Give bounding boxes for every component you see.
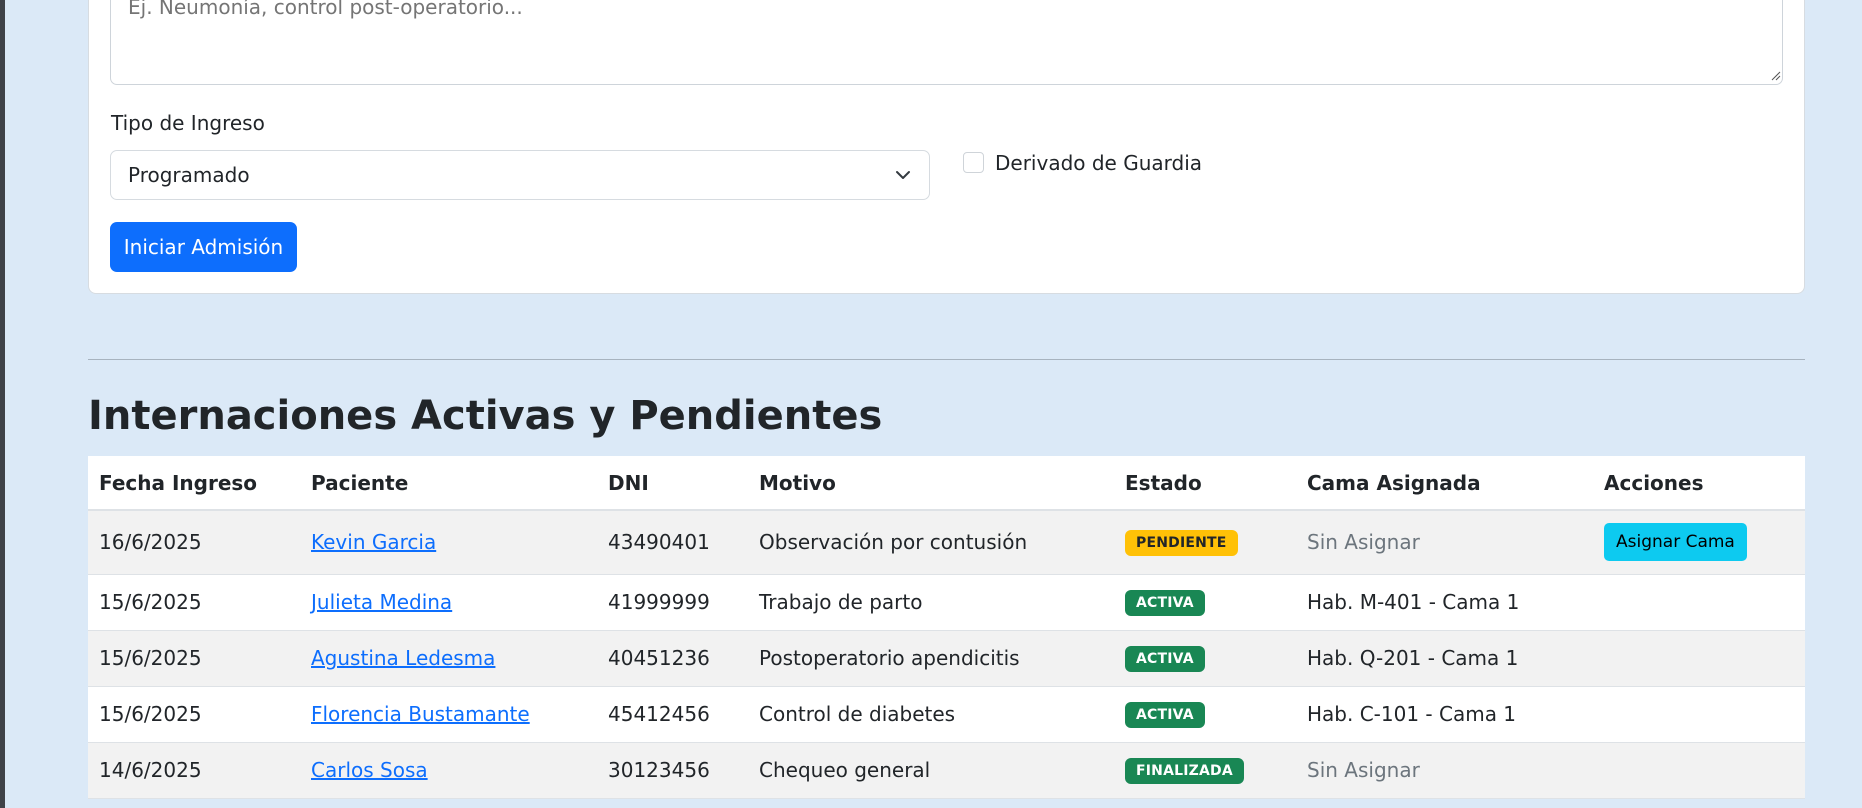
column-header-acciones: Acciones bbox=[1593, 456, 1805, 511]
table-row: 15/6/2025 Agustina Ledesma 40451236 Post… bbox=[88, 630, 1805, 687]
cell-cama: Hab. C-101 - Cama 1 bbox=[1296, 686, 1593, 743]
cell-paciente: Florencia Bustamante bbox=[300, 686, 597, 743]
tipo-ingreso-value: Programado bbox=[128, 163, 250, 187]
cell-motivo: Control de diabetes bbox=[748, 686, 1114, 743]
cell-acciones bbox=[1593, 742, 1805, 799]
cell-paciente: Carlos Sosa bbox=[300, 742, 597, 799]
page-title: Internaciones Activas y Pendientes bbox=[88, 393, 883, 439]
cell-acciones: Asignar Cama bbox=[1593, 510, 1805, 575]
patient-link[interactable]: Carlos Sosa bbox=[311, 758, 428, 782]
cell-acciones bbox=[1593, 630, 1805, 687]
cell-acciones bbox=[1593, 686, 1805, 743]
window-edge bbox=[0, 0, 5, 808]
table-row: 15/6/2025 Julieta Medina 41999999 Trabaj… bbox=[88, 574, 1805, 631]
column-header-fecha: Fecha Ingreso bbox=[88, 456, 300, 511]
iniciar-admision-button[interactable]: Iniciar Admisión bbox=[110, 222, 297, 272]
cell-dni: 43490401 bbox=[597, 510, 748, 575]
table-row: 14/6/2025 Carlos Sosa 30123456 Chequeo g… bbox=[88, 742, 1805, 799]
cell-cama: Sin Asignar bbox=[1296, 510, 1593, 575]
column-header-motivo: Motivo bbox=[748, 456, 1114, 511]
internaciones-table: Fecha Ingreso Paciente DNI Motivo Estado… bbox=[88, 456, 1805, 799]
reason-textarea[interactable] bbox=[110, 0, 1783, 85]
patient-link[interactable]: Kevin Garcia bbox=[311, 530, 436, 554]
patient-link[interactable]: Julieta Medina bbox=[311, 590, 452, 614]
cell-fecha: 15/6/2025 bbox=[88, 574, 300, 631]
cell-cama: Hab. M-401 - Cama 1 bbox=[1296, 574, 1593, 631]
cell-fecha: 16/6/2025 bbox=[88, 510, 300, 575]
cell-dni: 45412456 bbox=[597, 686, 748, 743]
cell-motivo: Postoperatorio apendicitis bbox=[748, 630, 1114, 687]
status-badge: FINALIZADA bbox=[1125, 758, 1244, 784]
column-header-paciente: Paciente bbox=[300, 456, 597, 511]
patient-link[interactable]: Florencia Bustamante bbox=[311, 702, 530, 726]
tipo-ingreso-label: Tipo de Ingreso bbox=[111, 111, 265, 135]
cell-paciente: Kevin Garcia bbox=[300, 510, 597, 575]
cell-acciones bbox=[1593, 574, 1805, 631]
section-divider bbox=[88, 359, 1805, 360]
table-header-row: Fecha Ingreso Paciente DNI Motivo Estado… bbox=[88, 456, 1805, 511]
column-header-estado: Estado bbox=[1114, 456, 1296, 511]
cell-paciente: Julieta Medina bbox=[300, 574, 597, 631]
derivado-guardia-label[interactable]: Derivado de Guardia bbox=[995, 151, 1202, 175]
cell-motivo: Chequeo general bbox=[748, 742, 1114, 799]
cell-estado: ACTIVA bbox=[1114, 574, 1296, 631]
cell-dni: 40451236 bbox=[597, 630, 748, 687]
cell-estado: PENDIENTE bbox=[1114, 510, 1296, 575]
chevron-down-icon bbox=[896, 171, 910, 179]
cell-cama: Sin Asignar bbox=[1296, 742, 1593, 799]
cell-fecha: 14/6/2025 bbox=[88, 742, 300, 799]
column-header-dni: DNI bbox=[597, 456, 748, 511]
cell-fecha: 15/6/2025 bbox=[88, 630, 300, 687]
tipo-ingreso-select[interactable]: Programado bbox=[110, 150, 930, 200]
status-badge: ACTIVA bbox=[1125, 646, 1205, 672]
cell-dni: 41999999 bbox=[597, 574, 748, 631]
cell-motivo: Observación por contusión bbox=[748, 510, 1114, 575]
cell-fecha: 15/6/2025 bbox=[88, 686, 300, 743]
cell-estado: ACTIVA bbox=[1114, 686, 1296, 743]
status-badge: ACTIVA bbox=[1125, 702, 1205, 728]
asignar-cama-button[interactable]: Asignar Cama bbox=[1604, 523, 1747, 562]
resize-grip-icon[interactable] bbox=[1771, 71, 1781, 81]
patient-link[interactable]: Agustina Ledesma bbox=[311, 646, 495, 670]
cell-estado: FINALIZADA bbox=[1114, 742, 1296, 799]
derivado-guardia-checkbox[interactable] bbox=[963, 152, 984, 173]
status-badge: PENDIENTE bbox=[1125, 530, 1238, 557]
table-row: 15/6/2025 Florencia Bustamante 45412456 … bbox=[88, 686, 1805, 743]
cell-cama: Hab. Q-201 - Cama 1 bbox=[1296, 630, 1593, 687]
column-header-cama: Cama Asignada bbox=[1296, 456, 1593, 511]
table-row: 16/6/2025 Kevin Garcia 43490401 Observac… bbox=[88, 510, 1805, 575]
cell-motivo: Trabajo de parto bbox=[748, 574, 1114, 631]
cell-estado: ACTIVA bbox=[1114, 630, 1296, 687]
status-badge: ACTIVA bbox=[1125, 590, 1205, 616]
cell-dni: 30123456 bbox=[597, 742, 748, 799]
cell-paciente: Agustina Ledesma bbox=[300, 630, 597, 687]
